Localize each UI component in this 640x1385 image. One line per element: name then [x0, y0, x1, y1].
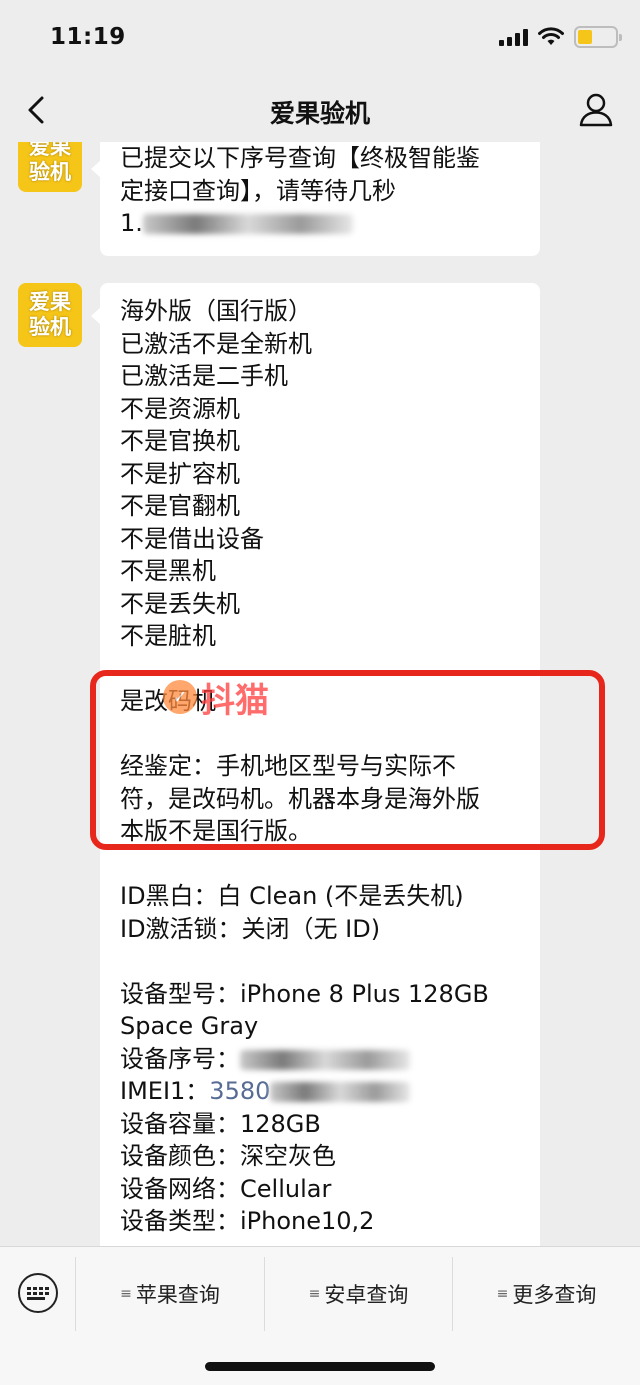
message-line: 设备类型：iPhone10,2 [120, 1207, 375, 1235]
menu-item-more-query[interactable]: ≡ 更多查询 [452, 1257, 640, 1331]
chat-area[interactable]: 爱果 验机 已提交以下序号查询【终极智能鉴 定接口查询】，请等待几秒 1. 爱果… [0, 142, 640, 1246]
message-line: Space Gray [120, 1012, 259, 1040]
battery-icon [574, 26, 622, 48]
menu-lines-icon: ≡ [120, 1286, 132, 1302]
message-line: 已激活不是全新机 [120, 329, 312, 358]
message-bubble[interactable]: 已提交以下序号查询【终极智能鉴 定接口查询】，请等待几秒 1. [91, 142, 540, 256]
status-time: 11:19 [50, 24, 126, 50]
message-line: 设备网络：Cellular [120, 1174, 332, 1203]
status-bar: 11:19 [0, 0, 640, 80]
message-line: 设备型号：iPhone 8 Plus 128GB [120, 979, 489, 1008]
redacted-text [142, 214, 353, 234]
keyboard-icon[interactable] [18, 1273, 58, 1313]
message-line: 海外版（国行版） [120, 297, 312, 325]
status-icons [499, 26, 622, 48]
menu-item-android-query[interactable]: ≡ 安卓查询 [264, 1257, 452, 1331]
nav-bar: 爱果验机 [0, 80, 640, 142]
wifi-icon [538, 27, 564, 45]
message-line: 不是借出设备 [120, 524, 264, 553]
imei-link[interactable]: 3580 [209, 1077, 270, 1105]
watermark: ✓ 抖猫 [163, 675, 269, 721]
message-line: 设备序号： [120, 1043, 520, 1076]
message-line: 不是黑机 [120, 557, 216, 585]
menu-item-apple-query[interactable]: ≡ 苹果查询 [75, 1257, 264, 1331]
avatar[interactable]: 爱果 验机 [18, 283, 82, 347]
watermark-text: 抖猫 [201, 680, 269, 721]
redacted-text [270, 1082, 411, 1102]
message-line: 不是官翻机 [120, 492, 240, 520]
message-line: 设备颜色：深空灰色 [120, 1142, 336, 1170]
watermark-logo-icon: ✓ [163, 680, 197, 714]
message-line: 已提交以下序号查询【终极智能鉴 [120, 144, 480, 172]
message-line: 不是丢失机 [120, 589, 240, 618]
cellular-signal-icon [499, 28, 528, 46]
message-line: 不是扩容机 [120, 459, 240, 488]
message-line: 已激活是二手机 [120, 362, 288, 390]
message-line: 不是脏机 [120, 622, 216, 650]
message-line: ID黑白：白 Clean (不是丢失机) [120, 882, 464, 910]
message-line: 设备容量：128GB [120, 1109, 321, 1138]
message-line: 1. [120, 207, 520, 240]
message-line: 不是官换机 [120, 427, 240, 455]
menu-lines-icon: ≡ [308, 1286, 321, 1302]
message-line: ID激活锁：关闭（无 ID) [120, 914, 381, 943]
menu-lines-icon: ≡ [496, 1286, 509, 1302]
message-line: IMEI1：3580 [120, 1075, 520, 1108]
message-line: 定接口查询】，请等待几秒 [120, 176, 396, 205]
message-line: 不是资源机 [120, 394, 240, 423]
home-indicator[interactable] [205, 1362, 435, 1371]
redacted-text [240, 1049, 410, 1070]
avatar[interactable]: 爱果 验机 [18, 142, 82, 192]
page-title: 爱果验机 [269, 99, 370, 128]
user-icon[interactable] [576, 90, 616, 130]
